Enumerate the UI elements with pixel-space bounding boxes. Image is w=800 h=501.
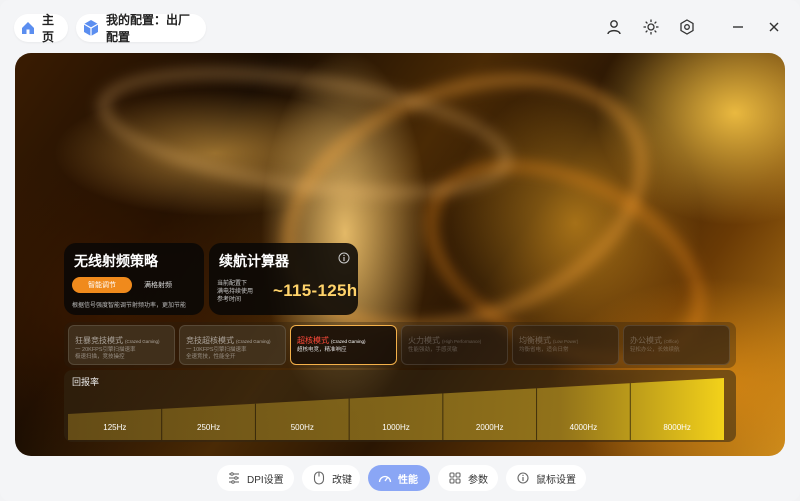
- battery-value: ~115-125h: [273, 281, 358, 300]
- mouse-icon: [312, 471, 326, 485]
- rf-description: 根据信号强度智能调节射频功率，更加节能: [72, 303, 187, 309]
- speedometer-icon: [378, 471, 392, 485]
- rf-strategy-card: 无线射频策略 智能调节 满格射频 根据信号强度智能调节射频功率，更加节能: [64, 243, 204, 315]
- battery-desc-line: 参考时间: [217, 297, 242, 303]
- nav-performance[interactable]: 性能: [368, 465, 430, 491]
- cube-icon: [82, 18, 100, 38]
- mode-card-office[interactable]: 办公模式 (Office) 轻松办公，长效续航: [623, 325, 730, 365]
- info-icon[interactable]: [338, 251, 350, 264]
- report-rate-option[interactable]: 125Hz: [103, 423, 126, 432]
- full-rf-button[interactable]: 满格射频: [144, 277, 172, 293]
- minimize-icon[interactable]: [727, 16, 749, 38]
- config-button[interactable]: 我的配置：出厂配置: [76, 13, 206, 44]
- app-window: 主页 我的配置：出厂配置 无线射频策略 智能调节 满格射频 根据信号强度智能调节…: [0, 0, 800, 501]
- mode-desc: 轻松办公，长效续航: [630, 347, 680, 353]
- brightness-icon[interactable]: [640, 16, 662, 38]
- report-rate-option[interactable]: 250Hz: [197, 423, 220, 432]
- nav-label: 改键: [332, 474, 352, 486]
- mode-card-overclock[interactable]: 超核模式 (Crazed Gaming) 超核电竞，精准响应: [290, 325, 397, 365]
- report-rate-option[interactable]: 500Hz: [291, 423, 314, 432]
- mode-name: 超核模式 (Crazed Gaming): [297, 336, 366, 345]
- battery-card-title: 续航计算器: [219, 253, 289, 269]
- smart-adjust-button[interactable]: 智能调节: [72, 277, 132, 293]
- mode-name: 竞技超核模式 (Crazed Gaming): [186, 336, 271, 345]
- top-bar: 主页 我的配置：出厂配置: [0, 0, 800, 52]
- report-rate-option[interactable]: 8000Hz: [663, 423, 691, 432]
- rf-card-title: 无线射频策略: [74, 253, 158, 269]
- battery-desc-line: 当前配置下: [217, 281, 248, 287]
- nav-mouse-settings[interactable]: 鼠标设置: [506, 465, 586, 491]
- mode-desc: 超核电竞，精准响应: [297, 347, 347, 353]
- sliders-icon: [227, 471, 241, 485]
- home-button[interactable]: 主页: [14, 13, 68, 44]
- grid-icon: [448, 471, 462, 485]
- mode-desc: 均衡省电，适合日常: [519, 347, 569, 353]
- mode-card-competitive-overclock[interactable]: 竞技超核模式 (Crazed Gaming) 一 10KFPS引擎扫描速率 全速竞技…: [179, 325, 286, 365]
- mode-name: 火力模式 (High Performance): [408, 336, 482, 345]
- nav-label: 鼠标设置: [536, 474, 576, 486]
- mode-selector: 狂暴竞技模式 (Crazed Gaming) 一 20KFPS引擎扫描速率 极速扫描…: [64, 322, 736, 368]
- report-rate-slider[interactable]: 125Hz 250Hz 500Hz 1000Hz 2000Hz 4000Hz 8000Hz: [68, 378, 732, 440]
- close-icon[interactable]: [763, 16, 785, 38]
- home-label: 主页: [42, 13, 55, 44]
- battery-description: 当前配置下 满电持续使用 参考时间: [217, 280, 267, 304]
- report-rate-option[interactable]: 4000Hz: [570, 423, 598, 432]
- report-rate-option[interactable]: 2000Hz: [476, 423, 504, 432]
- settings-icon[interactable]: [676, 16, 698, 38]
- nav-dpi-settings[interactable]: DPI设置: [217, 465, 294, 491]
- nav-label: 参数: [468, 474, 488, 486]
- mode-card-berserk[interactable]: 狂暴竞技模式 (Crazed Gaming) 一 20KFPS引擎扫描速率 极速扫描…: [68, 325, 175, 365]
- report-rate-option[interactable]: 1000Hz: [382, 423, 410, 432]
- nav-remap[interactable]: 改键: [302, 465, 360, 491]
- mode-desc: 一 10KFPS引擎扫描速率 全速竞技，性能全开: [186, 347, 247, 360]
- mode-desc: 性能强劲，手感灵敏: [408, 347, 458, 353]
- mode-name: 狂暴竞技模式 (Crazed Gaming): [75, 336, 160, 345]
- report-rate-panel: 回报率 125Hz 250Hz 500Hz 1000Hz 2000Hz 4000Hz 800…: [64, 370, 736, 442]
- nav-parameters[interactable]: 参数: [438, 465, 498, 491]
- config-label: 我的配置：出厂配置: [106, 13, 191, 44]
- mode-name: 均衡模式 (Low Power): [519, 336, 579, 345]
- mode-desc: 一 20KFPS引擎扫描速率 极速扫描，竞技操控: [75, 347, 136, 360]
- mode-name: 办公模式 (Office): [630, 336, 679, 345]
- nav-label: 性能: [398, 474, 418, 486]
- battery-calculator-card: 续航计算器 当前配置下 满电持续使用 参考时间 ~115-125h: [209, 243, 358, 315]
- info-icon: [516, 471, 530, 485]
- home-icon: [20, 18, 36, 38]
- mode-card-firepower[interactable]: 火力模式 (High Performance) 性能强劲，手感灵敏: [401, 325, 508, 365]
- user-icon[interactable]: [603, 16, 625, 38]
- nav-label: DPI设置: [247, 474, 284, 486]
- battery-desc-line: 满电持续使用: [217, 289, 254, 295]
- mode-card-balanced[interactable]: 均衡模式 (Low Power) 均衡省电，适合日常: [512, 325, 619, 365]
